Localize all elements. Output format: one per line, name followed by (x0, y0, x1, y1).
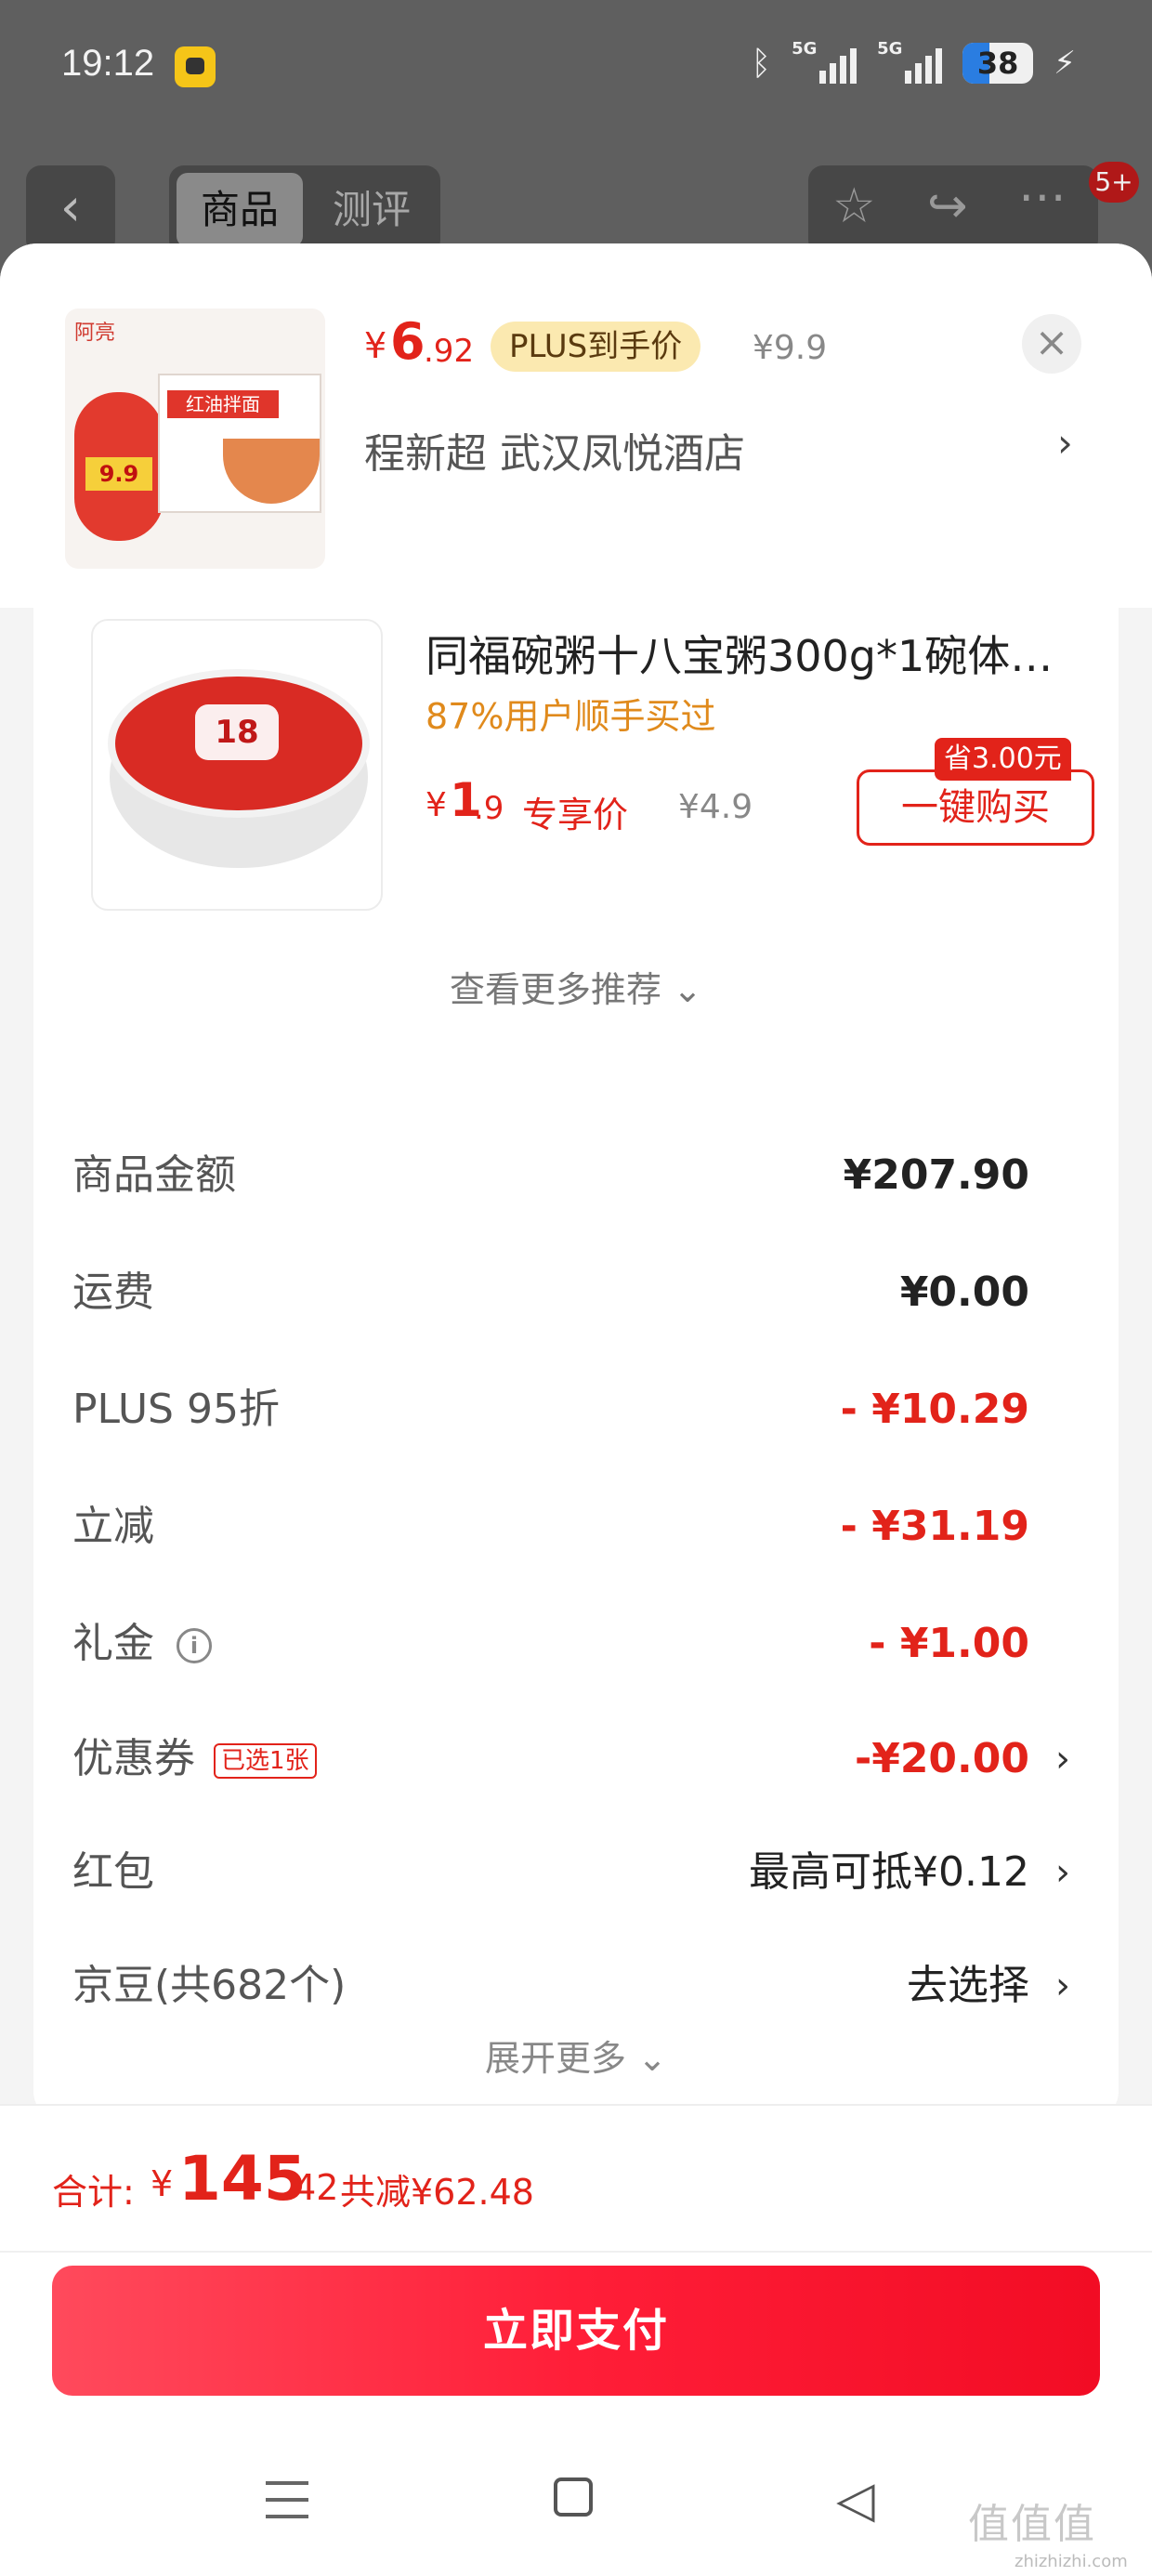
row-value: 最高可抵¥0.12 (749, 1848, 1029, 1896)
exclusive-price-label: 专享价 (522, 795, 629, 835)
promo-lantern: 9.9 (74, 392, 164, 541)
row-label: 优惠券 (72, 1735, 195, 1782)
product-header: 阿亮 9.9 红油拌面 ¥ 6 .92 PLUS到手价 ¥9.9 × 程新超 武… (0, 243, 1152, 608)
package-title: 红油拌面 (167, 390, 279, 418)
summary-row-red-packet[interactable]: 红包 最高可抵¥0.12 › (33, 1831, 1119, 1914)
recommended-product-title[interactable]: 同福碗粥十八宝粥300g*1碗体… (425, 623, 1076, 684)
delivery-address[interactable]: 程新超 武汉凤悦酒店 (364, 420, 745, 480)
tab-review[interactable]: 测评 (318, 173, 425, 247)
product-image: 阿亮 9.9 红油拌面 (65, 309, 325, 569)
save-badge: 省3.00元 (935, 738, 1071, 781)
total-label: 合计: (52, 2172, 135, 2213)
row-value: - ¥10.29 (840, 1386, 1029, 1433)
row-label: 运费 (72, 1268, 154, 1316)
row-label: 礼金 (72, 1620, 154, 1667)
plus-price-badge: PLUS到手价 (491, 322, 701, 372)
close-icon: × (1034, 319, 1069, 366)
row-value: ¥0.00 (899, 1268, 1029, 1316)
price-currency: ¥ (364, 325, 387, 366)
close-button[interactable]: × (1022, 314, 1081, 374)
rec-original-price: ¥4.9 (678, 788, 753, 826)
summary-row-coupon[interactable]: 优惠券 已选1张 -¥20.00 › (33, 1717, 1119, 1801)
row-label: 商品金额 (72, 1151, 236, 1199)
price-decimal: .92 (424, 333, 475, 370)
status-time: 19:12 (61, 43, 155, 84)
charging-icon: ⚡ (1054, 45, 1076, 82)
one-click-buy-button[interactable]: 一键购买 (857, 769, 1094, 846)
checkout-sheet: 阿亮 9.9 红油拌面 ¥ 6 .92 PLUS到手价 ¥9.9 × 程新超 武… (0, 243, 1152, 2576)
back-triangle-icon[interactable]: ◁ (836, 2470, 875, 2529)
divider (0, 2251, 1152, 2253)
more-recommendations-link[interactable]: 查看更多推荐 ⌄ (33, 961, 1119, 1012)
chevron-right-icon[interactable]: › (1057, 420, 1073, 466)
chevron-right-icon[interactable]: › (1055, 1717, 1070, 1801)
row-label: 京豆(共682个) (72, 1962, 347, 2009)
share-icon[interactable]: ↪ (927, 178, 968, 234)
row-label: PLUS 95折 (72, 1386, 280, 1433)
row-label: 立减 (72, 1503, 154, 1550)
summary-row-jingdou[interactable]: 京豆(共682个) 去选择 › (33, 1944, 1119, 2028)
header-actions: ☆ ↪ ⋯ (808, 165, 1098, 255)
expand-more-link[interactable]: 展开更多 ⌄ (33, 2030, 1119, 2081)
app-notification-icon (175, 46, 216, 87)
status-bar: 19:12 ᛒ 5G 5G 38 ⚡ (0, 0, 1152, 139)
original-price: ¥9.9 (753, 329, 828, 367)
signal-icon: 5G (792, 39, 857, 84)
summary-row-shipping: 运费 ¥0.00 (33, 1251, 1119, 1334)
status-icons: ᛒ 5G 5G 38 ⚡ (751, 39, 1076, 84)
total-currency: ¥ (151, 2163, 174, 2204)
chevron-right-icon[interactable]: › (1055, 1831, 1070, 1914)
menu-icon[interactable] (266, 2481, 308, 2518)
rec-price-currency: ¥ (425, 786, 447, 824)
coupon-selected-tag: 已选1张 (214, 1743, 317, 1779)
back-button[interactable]: ‹ (26, 165, 115, 255)
product-brand: 阿亮 (74, 322, 116, 345)
battery-level: 38 (976, 46, 1019, 81)
chevron-left-icon: ‹ (59, 177, 82, 238)
summary-row-subtotal: 商品金额 ¥207.90 (33, 1134, 1119, 1217)
network-label: 5G (792, 39, 818, 59)
rec-price-decimal: .9 (474, 790, 504, 827)
bluetooth-icon: ᛒ (751, 44, 772, 83)
order-summary: 商品金额 ¥207.90 运费 ¥0.00 PLUS 95折 - ¥10.29 … (33, 1100, 1119, 2123)
summary-row-plus-discount: PLUS 95折 - ¥10.29 (33, 1368, 1119, 1452)
network-label: 5G (877, 39, 903, 59)
page-tabs: 商品 测评 (169, 165, 440, 255)
promo-price-tag: 9.9 (85, 457, 152, 491)
summary-row-gift-money: 礼金 i - ¥1.00 (33, 1602, 1119, 1686)
pay-now-button[interactable]: 立即支付 (52, 2266, 1100, 2396)
row-value: - ¥31.19 (840, 1503, 1029, 1550)
message-badge: 5+ (1089, 162, 1139, 203)
total-saved: 共减¥62.48 (340, 2172, 534, 2213)
battery-icon: 38 (962, 43, 1034, 84)
row-value: -¥20.00 (854, 1735, 1029, 1782)
summary-row-instant-discount: 立减 - ¥31.19 (33, 1485, 1119, 1569)
row-value: ¥207.90 (843, 1151, 1029, 1199)
total-decimal: .42 (282, 2167, 339, 2208)
buyers-percentage: 87%用户顺手买过 (425, 696, 716, 737)
more-icon[interactable]: ⋯ (1018, 169, 1067, 225)
watermark-url: zhizhizhi.com (1015, 2552, 1128, 2571)
star-icon[interactable]: ☆ (832, 178, 876, 234)
signal-icon: 5G (877, 39, 943, 84)
row-value: 去选择 (907, 1962, 1029, 2009)
price-integer: 6 (390, 312, 425, 371)
tab-product[interactable]: 商品 (177, 173, 303, 247)
chevron-right-icon[interactable]: › (1055, 1944, 1070, 2028)
info-icon[interactable]: i (177, 1628, 212, 1663)
home-icon[interactable] (554, 2477, 593, 2517)
bowl-label: 18 (195, 704, 279, 760)
row-label: 红包 (72, 1848, 154, 1896)
watermark: 值值值 (968, 2501, 1096, 2548)
row-value: - ¥1.00 (869, 1620, 1029, 1667)
recommended-product-image[interactable]: 18 (91, 619, 383, 911)
